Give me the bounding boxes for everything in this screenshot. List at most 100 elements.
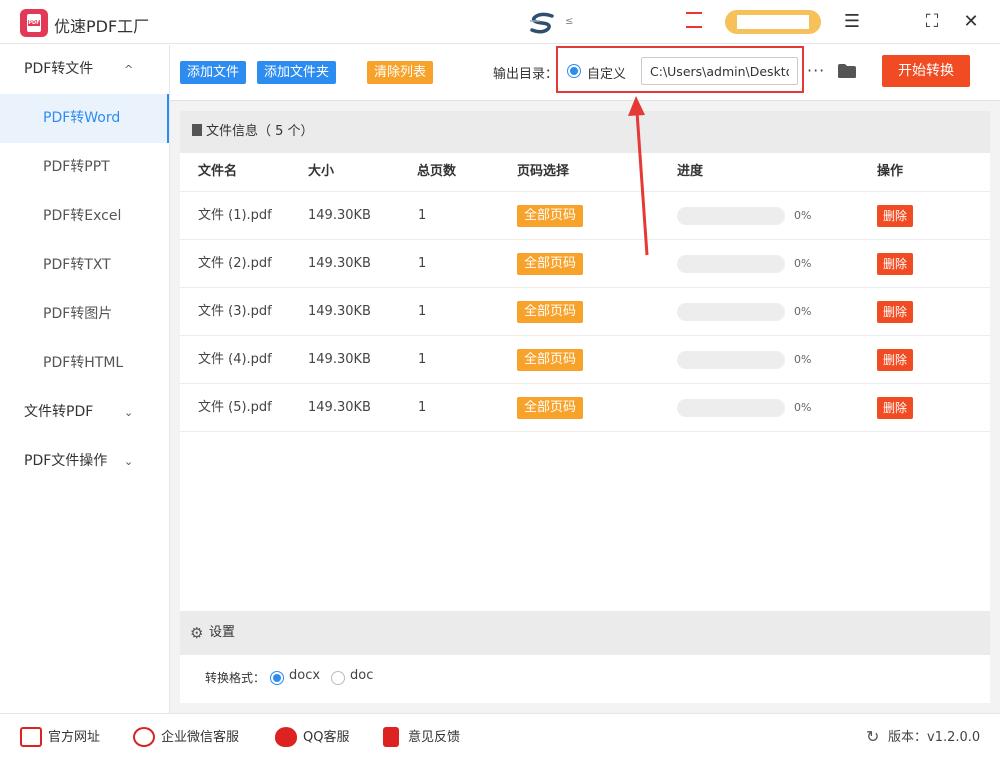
brand-s-icon — [530, 12, 554, 34]
app-logo-icon: PDF — [20, 9, 48, 37]
file-name: 文件 (5).pdf — [198, 400, 272, 415]
chevron-down-icon: ⌄ — [124, 455, 134, 468]
feedback-icon — [383, 727, 399, 747]
table-row: 文件 (2).pdf 149.30KB 1 全部页码 0% 删除 — [180, 239, 990, 287]
col-size: 大小 — [308, 164, 335, 179]
add-file-button[interactable]: 添加文件 — [180, 61, 247, 84]
file-size: 149.30KB — [308, 352, 371, 367]
settings-title: 设置 — [209, 625, 236, 640]
settings-panel: ⚙ 设置 转换格式： docx doc — [180, 611, 990, 703]
file-size: 149.30KB — [308, 256, 371, 271]
sidebar-group-label: 文件转PDF — [24, 404, 94, 420]
progress-percent: 0% — [794, 257, 812, 270]
sidebar-item-pdf-txt[interactable]: PDF转TXT — [0, 241, 169, 290]
doc-radio[interactable] — [331, 671, 345, 685]
table-row: 文件 (3).pdf 149.30KB 1 全部页码 0% 删除 — [180, 287, 990, 335]
feedback-link[interactable]: 意见反馈 — [408, 714, 460, 760]
page-select-button[interactable]: 全部页码 — [517, 253, 584, 275]
sidebar-group-pdf-ops[interactable]: PDF文件操作 ⌄ — [0, 437, 169, 486]
file-info-panel: 文件信息（ 5 个） 文件名 大小 总页数 页码选择 进度 操作 文件 (1).… — [180, 111, 990, 611]
delete-button[interactable]: 删除 — [877, 301, 914, 323]
wechat-support-link[interactable]: 企业微信客服 — [161, 714, 239, 760]
highlight-box — [556, 46, 804, 93]
app-title: 优速PDF工厂 — [54, 17, 150, 36]
main-area: 添加文件 添加文件夹 清除列表 输出目录： 自定义 ··· 开始转换 文件信息（… — [170, 45, 1000, 713]
settings-header: ⚙ 设置 — [180, 611, 990, 655]
brand-small-text: ≤ — [565, 16, 574, 27]
progress-percent: 0% — [794, 353, 812, 366]
file-pages: 1 — [418, 208, 427, 223]
file-pages: 1 — [418, 256, 427, 271]
footer: 官方网址 企业微信客服 QQ客服 意见反馈 ↻ 版本：v1.2.0.0 — [0, 713, 1000, 760]
website-icon — [20, 727, 42, 747]
docx-radio[interactable] — [270, 671, 284, 685]
sidebar-item-pdf-ppt[interactable]: PDF转PPT — [0, 143, 169, 192]
progress-percent: 0% — [794, 401, 812, 414]
file-pages: 1 — [418, 352, 427, 367]
more-options-icon[interactable]: ··· — [807, 61, 825, 80]
redacted-mark — [686, 12, 702, 28]
file-size: 149.30KB — [308, 208, 371, 223]
page-select-button[interactable]: 全部页码 — [517, 301, 584, 323]
wechat-icon — [133, 727, 155, 747]
file-size: 149.30KB — [308, 400, 371, 415]
close-icon[interactable]: ✕ — [959, 10, 983, 34]
file-name: 文件 (3).pdf — [198, 304, 272, 319]
sidebar-item-pdf-html[interactable]: PDF转HTML — [0, 339, 169, 388]
progress-percent: 0% — [794, 209, 812, 222]
sidebar: PDF转文件 ^ PDF转Word PDF转PPT PDF转Excel PDF转… — [0, 45, 170, 713]
output-dir-label: 输出目录： — [493, 67, 559, 82]
chevron-up-icon: ^ — [124, 63, 134, 76]
qq-support-link[interactable]: QQ客服 — [303, 714, 349, 760]
file-name: 文件 (1).pdf — [198, 208, 272, 223]
col-progress: 进度 — [677, 164, 704, 179]
delete-button[interactable]: 删除 — [877, 253, 914, 275]
delete-button[interactable]: 删除 — [877, 349, 914, 371]
col-name: 文件名 — [198, 164, 238, 179]
version-text: 版本：v1.2.0.0 — [888, 730, 981, 745]
sidebar-group-file-to-pdf[interactable]: 文件转PDF ⌄ — [0, 388, 169, 437]
page-select-button[interactable]: 全部页码 — [517, 349, 584, 371]
sidebar-item-pdf-excel[interactable]: PDF转Excel — [0, 192, 169, 241]
col-pages: 总页数 — [417, 164, 457, 179]
toolbar: 添加文件 添加文件夹 清除列表 输出目录： 自定义 ··· 开始转换 — [170, 45, 1000, 101]
sidebar-item-pdf-word[interactable]: PDF转Word — [0, 94, 169, 143]
doc-label: doc — [350, 668, 374, 683]
progress-bar — [677, 399, 785, 417]
file-name: 文件 (2).pdf — [198, 256, 272, 271]
sidebar-group-pdf-to-file[interactable]: PDF转文件 ^ — [0, 45, 169, 94]
progress-bar — [677, 255, 785, 273]
website-link[interactable]: 官方网址 — [48, 714, 100, 760]
format-label: 转换格式： — [205, 671, 266, 685]
docx-label: docx — [289, 668, 321, 683]
maximize-icon[interactable]: ⛶ — [920, 10, 944, 34]
progress-bar — [677, 207, 785, 225]
file-pages: 1 — [418, 400, 427, 415]
start-convert-button[interactable]: 开始转换 — [882, 55, 970, 87]
add-folder-button[interactable]: 添加文件夹 — [257, 61, 337, 84]
clear-list-button[interactable]: 清除列表 — [367, 61, 434, 84]
progress-bar — [677, 303, 785, 321]
sidebar-item-pdf-image[interactable]: PDF转图片 — [0, 290, 169, 339]
folder-icon[interactable] — [837, 63, 857, 79]
user-badge[interactable] — [725, 10, 821, 34]
sidebar-group-label: PDF文件操作 — [24, 453, 108, 469]
file-icon — [192, 124, 202, 136]
refresh-icon[interactable]: ↻ — [866, 728, 879, 746]
table-row: 文件 (1).pdf 149.30KB 1 全部页码 0% 删除 — [180, 191, 990, 239]
chevron-down-icon: ⌄ — [124, 406, 134, 419]
col-action: 操作 — [877, 164, 904, 179]
menu-icon[interactable]: ☰ — [840, 10, 864, 34]
logo-text: PDF — [28, 20, 40, 26]
file-pages: 1 — [418, 304, 427, 319]
file-name: 文件 (4).pdf — [198, 352, 272, 367]
progress-bar — [677, 351, 785, 369]
delete-button[interactable]: 删除 — [877, 397, 914, 419]
page-select-button[interactable]: 全部页码 — [517, 205, 584, 227]
page-select-button[interactable]: 全部页码 — [517, 397, 584, 419]
title-bar: PDF 优速PDF工厂 ≤ ☰ ⛶ ✕ — [0, 0, 1000, 44]
file-info-header: 文件信息（ 5 个） — [180, 111, 990, 153]
file-info-title: 文件信息（ 5 个） — [206, 124, 314, 139]
table-row: 文件 (4).pdf 149.30KB 1 全部页码 0% 删除 — [180, 335, 990, 383]
delete-button[interactable]: 删除 — [877, 205, 914, 227]
